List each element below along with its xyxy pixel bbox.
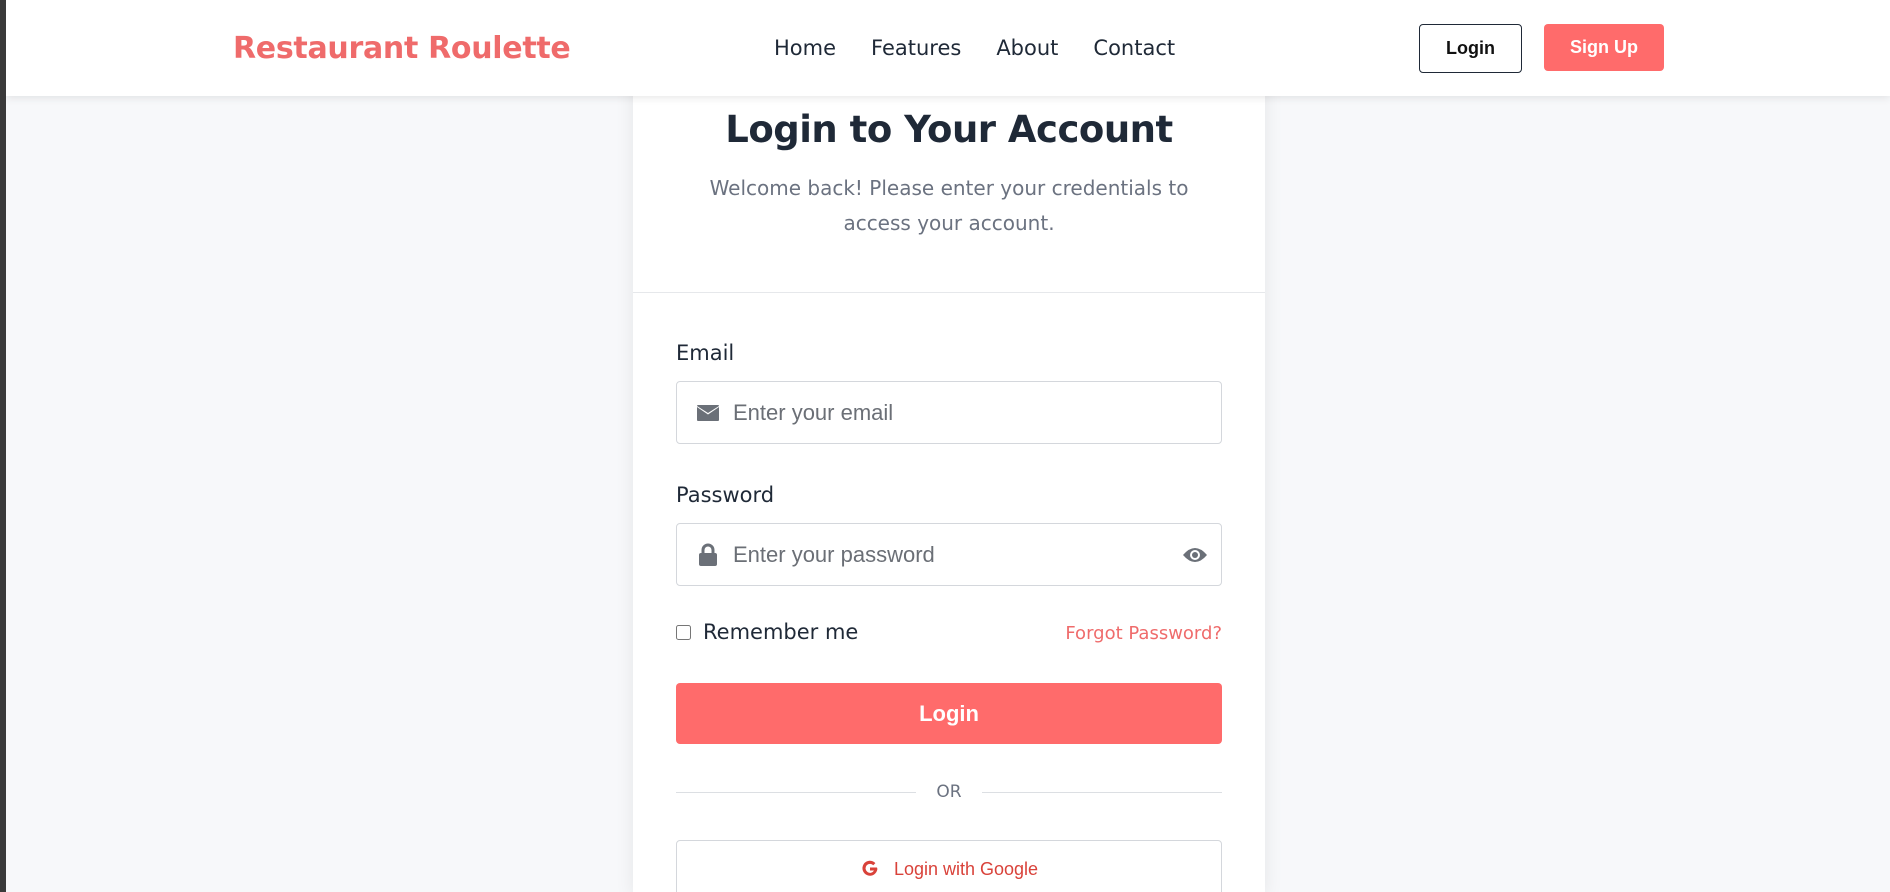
divider-text: OR [936,782,962,802]
divider-line-right [981,791,1223,793]
google-icon [862,860,878,876]
remember-label: Remember me [703,620,859,644]
remember-checkbox[interactable] [676,624,691,640]
or-divider: OR [676,781,1223,803]
nav-link-features[interactable]: Features [871,36,961,60]
nav-link-about[interactable]: About [996,36,1058,60]
page-subtitle: Welcome back! Please enter your credenti… [709,176,1189,235]
password-field[interactable] [676,523,1222,586]
envelope-icon [677,404,733,422]
page-viewport: Login to Your Account Welcome back! Plea… [6,0,1890,892]
email-field[interactable] [676,381,1222,444]
page-title: Login to Your Account [725,108,1173,151]
login-submit-button[interactable]: Login [676,683,1222,744]
nav-links: Home Features About Contact [774,36,1210,60]
password-label: Password [676,483,775,507]
nav-link-home[interactable]: Home [774,36,836,60]
google-login-button[interactable]: Login with Google [676,840,1222,892]
forgot-password-link[interactable]: Forgot Password? [1065,623,1222,644]
password-input[interactable] [733,524,1169,585]
top-navbar: Restaurant Roulette Home Features About … [6,0,1890,96]
google-login-label: Login with Google [893,859,1039,879]
email-label: Email [676,341,735,365]
nav-signup-button[interactable]: Sign Up [1544,24,1664,71]
nav-link-contact[interactable]: Contact [1093,36,1175,60]
login-card: Login to Your Account Welcome back! Plea… [633,0,1265,892]
divider-line-left [676,791,917,793]
nav-login-button[interactable]: Login [1419,24,1522,73]
remember-me[interactable]: Remember me [676,620,858,644]
eye-icon[interactable] [1169,546,1221,564]
email-input[interactable] [733,382,1221,443]
lock-icon [677,543,733,567]
brand-logo[interactable]: Restaurant Roulette [233,31,571,66]
